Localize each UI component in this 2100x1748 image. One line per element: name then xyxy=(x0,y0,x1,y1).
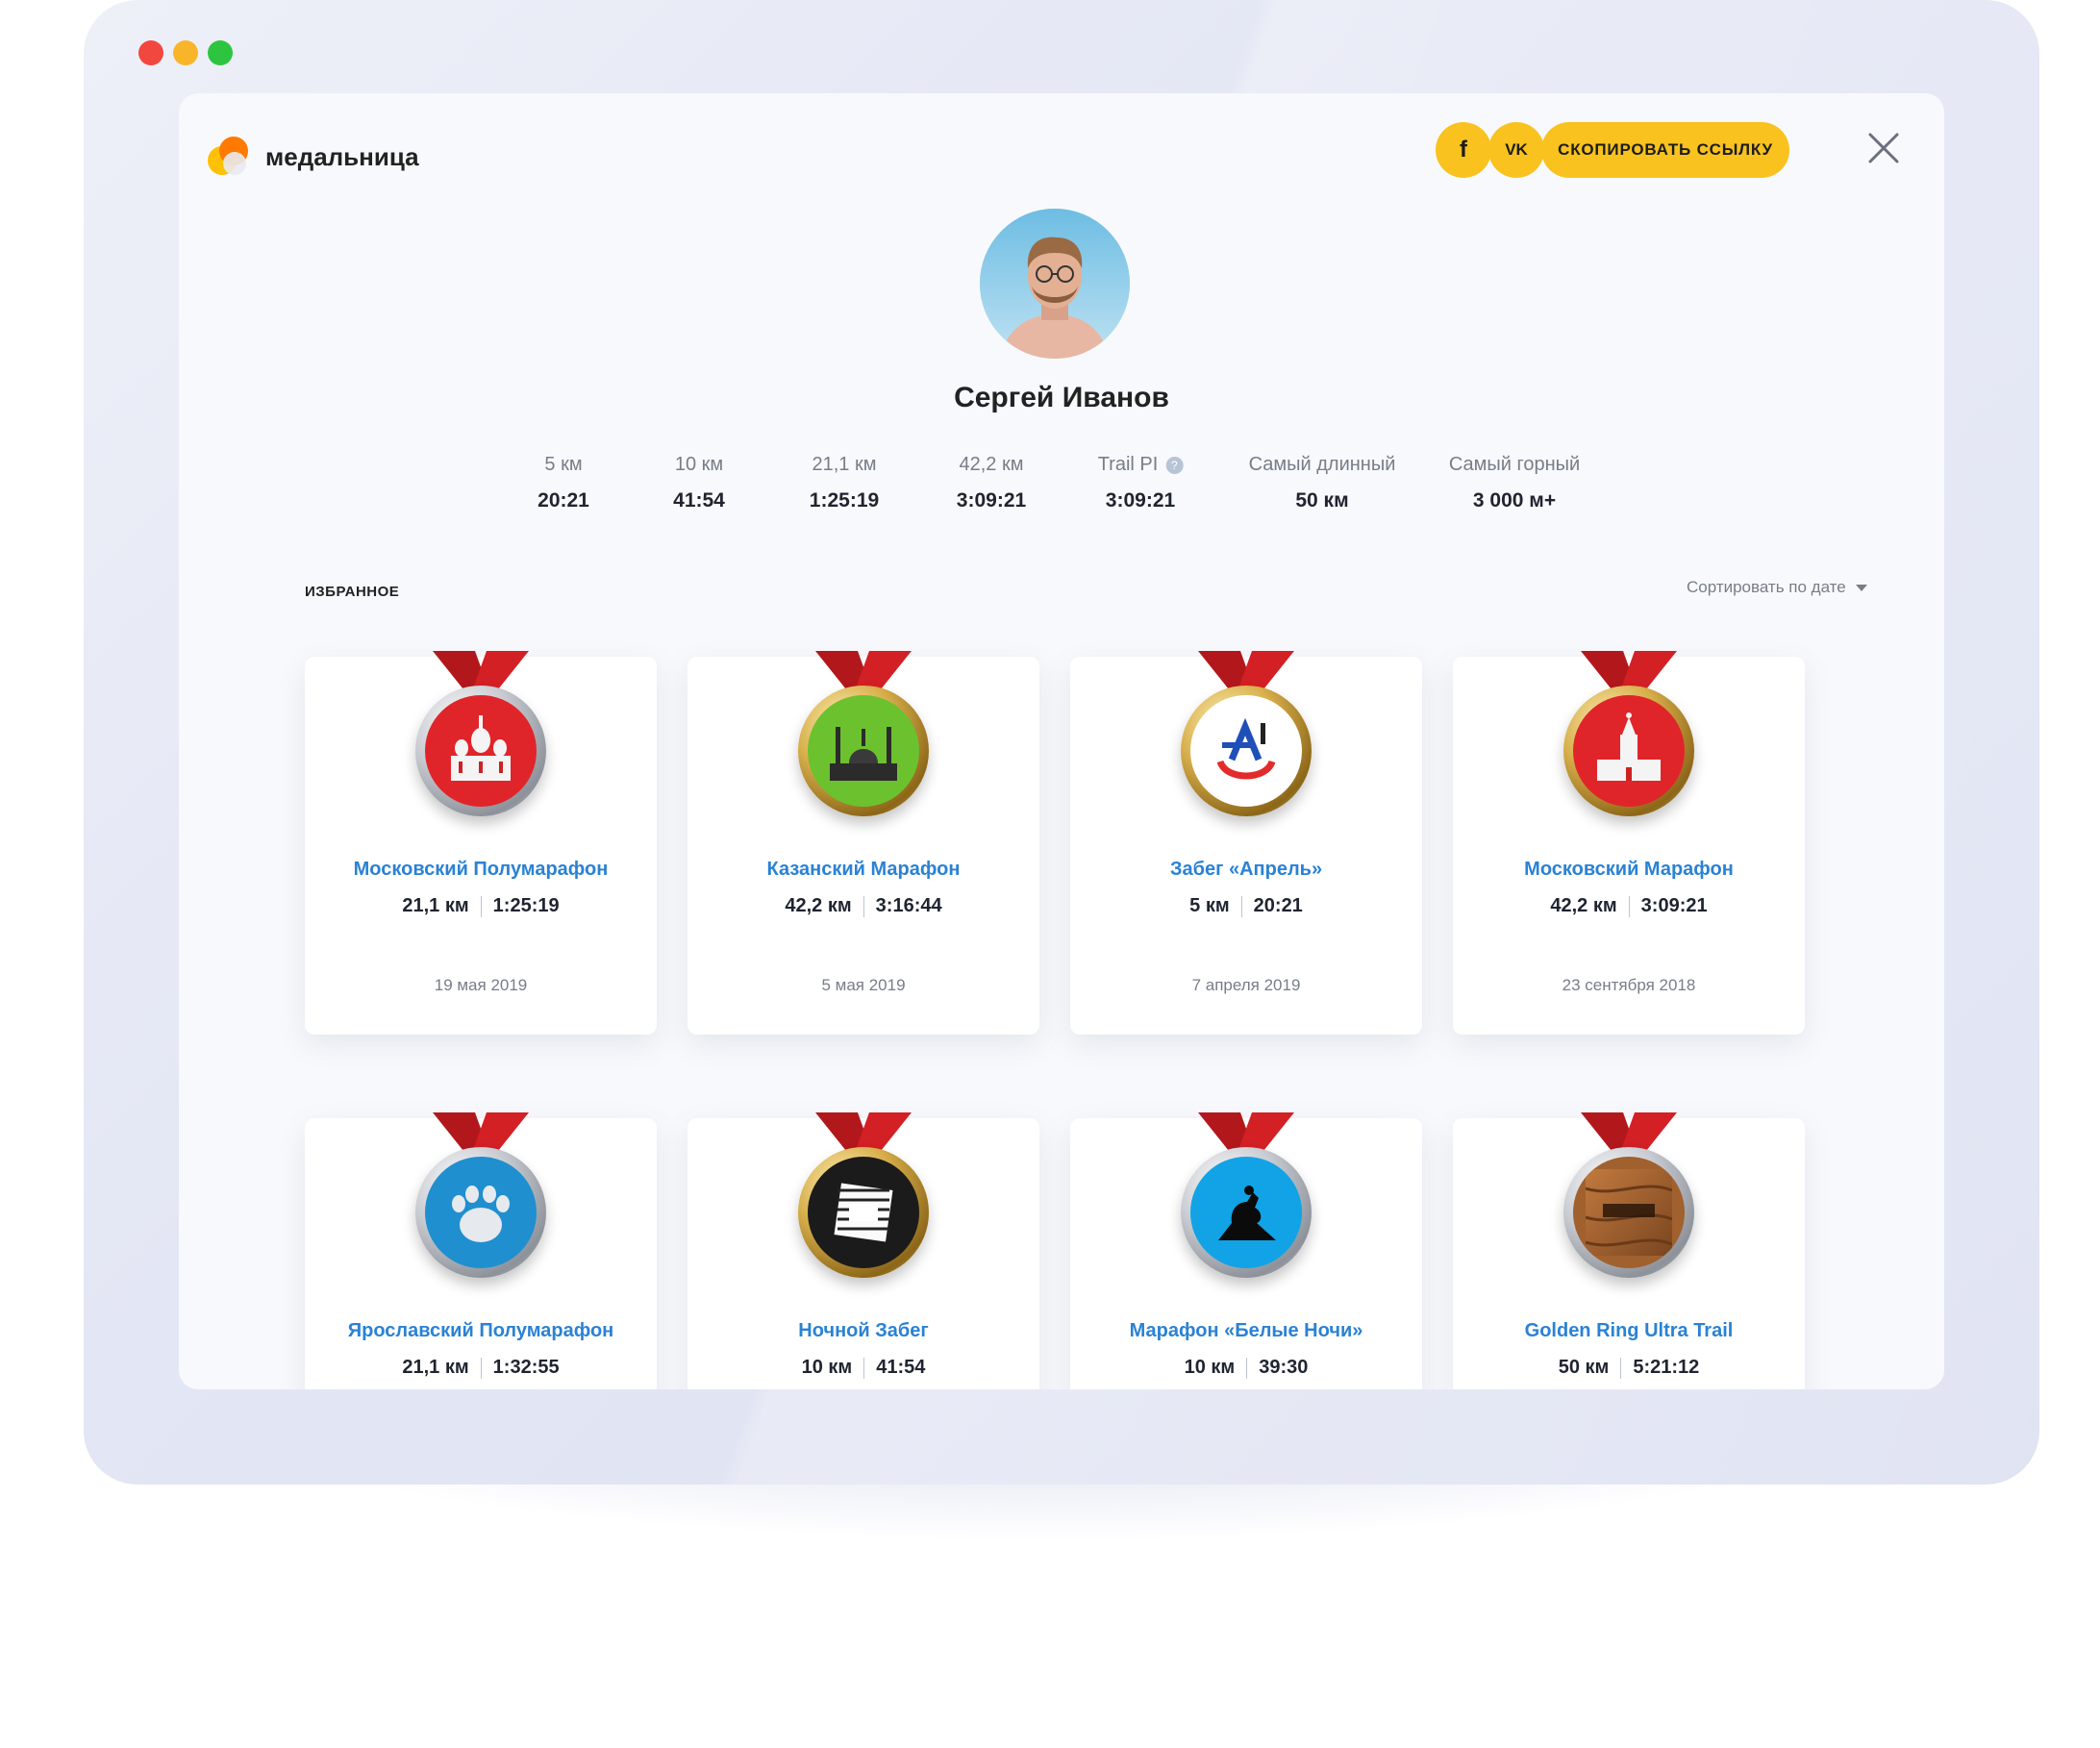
night-run-logo-icon xyxy=(808,1157,919,1268)
medal-distance: 5 км xyxy=(1189,895,1230,916)
close-icon[interactable] xyxy=(1866,131,1901,165)
april-logo-icon xyxy=(1190,695,1302,807)
medal-title[interactable]: Московский Полумарафон xyxy=(305,859,657,881)
medal-title[interactable]: Московский Марафон xyxy=(1453,859,1805,881)
stat-10k: 10 км 41:54 xyxy=(673,454,725,512)
medal-card[interactable]: Московский Марафон 42,2 км 3:09:21 23 сентя… xyxy=(1453,651,1805,1035)
medal-time: 39:30 xyxy=(1259,1357,1309,1378)
medal-result: 42,2 км 3:16:44 xyxy=(688,895,1039,917)
avatar xyxy=(980,209,1130,359)
medal-distance: 42,2 км xyxy=(1550,895,1617,916)
user-name: Сергей Иванов xyxy=(954,382,1169,413)
close-window-button[interactable] xyxy=(138,40,163,65)
medal-card[interactable]: Ночной Забег 10 км 41:54 xyxy=(688,1112,1039,1389)
divider xyxy=(863,1357,865,1379)
medal-distance: 10 км xyxy=(1184,1357,1236,1378)
medal-result: 5 км 20:21 xyxy=(1070,895,1422,917)
medal-time: 3:16:44 xyxy=(875,895,942,916)
facebook-share-button[interactable]: f xyxy=(1436,122,1491,178)
brand-logo[interactable]: медальница xyxy=(208,137,419,177)
divider xyxy=(480,1357,482,1379)
medal-distance: 50 км xyxy=(1558,1357,1610,1378)
stat-5k: 5 км 20:21 xyxy=(538,454,589,512)
medal-result: 42,2 км 3:09:21 xyxy=(1453,895,1805,917)
favorites-heading: ИЗБРАННОЕ xyxy=(305,584,400,600)
stat-marathon: 42,2 км 3:09:21 xyxy=(956,454,1027,512)
medal-time: 1:25:19 xyxy=(492,895,560,916)
medal-time: 3:09:21 xyxy=(1640,895,1708,916)
medal-date: 19 мая 2019 xyxy=(434,976,528,994)
medal-distance: 10 км xyxy=(801,1357,853,1378)
medal-date: 23 сентября 2018 xyxy=(1562,976,1696,994)
medal-time: 41:54 xyxy=(876,1357,926,1378)
divider xyxy=(1628,895,1630,917)
medal-result: 21,1 км 1:32:55 xyxy=(305,1357,657,1379)
medal-title[interactable]: Ярославский Полумарафон xyxy=(305,1320,657,1342)
vk-icon: VK xyxy=(1505,140,1528,159)
stat-longest: Самый длинный 50 км xyxy=(1248,454,1396,512)
medal-date: 7 апреля 2019 xyxy=(1191,976,1301,994)
kremlin-icon xyxy=(1573,695,1685,807)
stat-half-marathon: 21,1 км 1:25:19 xyxy=(809,454,880,512)
facebook-icon: f xyxy=(1460,137,1467,162)
brand-name: медальница xyxy=(265,141,419,171)
bear-paw-icon xyxy=(425,1157,537,1268)
medal-icon xyxy=(798,686,929,816)
medal-result: 50 км 5:21:12 xyxy=(1453,1357,1805,1379)
medal-distance: 21,1 км xyxy=(402,895,469,916)
chevron-down-icon xyxy=(1855,584,1867,591)
logo-mark-icon xyxy=(208,137,248,177)
medal-result: 10 км 41:54 xyxy=(688,1357,1039,1379)
divider xyxy=(1620,1357,1622,1379)
medal-time: 20:21 xyxy=(1253,895,1303,916)
stat-trail-pi-label: Trail PI xyxy=(1097,454,1159,475)
copy-link-button[interactable]: СКОПИРОВАТЬ ССЫЛКУ xyxy=(1541,122,1789,178)
maximize-window-button[interactable] xyxy=(208,40,233,65)
divider xyxy=(1246,1357,1248,1379)
medal-title[interactable]: Golden Ring Ultra Trail xyxy=(1453,1320,1805,1342)
medal-icon xyxy=(1181,1147,1312,1278)
medal-title[interactable]: Казанский Марафон xyxy=(688,859,1039,881)
medal-title[interactable]: Марафон «Белые Ночи» xyxy=(1070,1320,1422,1342)
medal-date: 5 мая 2019 xyxy=(821,976,906,994)
divider xyxy=(862,895,864,917)
minimize-window-button[interactable] xyxy=(173,40,198,65)
sort-label: Сортировать по дате xyxy=(1687,578,1846,596)
vk-share-button[interactable]: VK xyxy=(1488,122,1544,178)
medal-icon xyxy=(1181,686,1312,816)
medal-card[interactable]: Golden Ring Ultra Trail 50 км 5:21:12 xyxy=(1453,1112,1805,1389)
medal-icon xyxy=(1563,686,1694,816)
medal-time: 1:32:55 xyxy=(492,1357,560,1378)
mosque-icon xyxy=(808,695,919,807)
medal-result: 10 км 39:30 xyxy=(1070,1357,1422,1379)
medal-card[interactable]: Казанский Марафон 42,2 км 3:16:44 5 мая 201… xyxy=(688,651,1039,1035)
app-window: медальница f VK СКОПИРОВАТЬ ССЫЛКУ Серге… xyxy=(84,0,2039,1485)
medal-time: 5:21:12 xyxy=(1633,1357,1700,1378)
divider xyxy=(1240,895,1242,917)
profile-panel: медальница f VK СКОПИРОВАТЬ ССЫЛКУ Серге… xyxy=(179,93,1944,1389)
medal-icon xyxy=(1563,1147,1694,1278)
bronze-horseman-icon xyxy=(1190,1157,1302,1268)
stat-highest: Самый горный 3 000 м+ xyxy=(1448,454,1581,512)
medal-icon xyxy=(415,686,546,816)
medal-distance: 21,1 км xyxy=(402,1357,469,1378)
cathedral-icon xyxy=(425,695,537,807)
help-icon[interactable]: ? xyxy=(1165,456,1184,474)
medal-title[interactable]: Забег «Апрель» xyxy=(1070,859,1422,881)
medal-card[interactable]: Ярославский Полумарафон 21,1 км 1:32:55 xyxy=(305,1112,657,1389)
medal-distance: 42,2 км xyxy=(785,895,852,916)
medal-card[interactable]: Марафон «Белые Ночи» 10 км 39:30 xyxy=(1070,1112,1422,1389)
divider xyxy=(480,895,482,917)
window-controls xyxy=(138,40,233,65)
medal-card[interactable]: Забег «Апрель» 5 км 20:21 7 апреля 2019 xyxy=(1070,651,1422,1035)
medal-icon xyxy=(415,1147,546,1278)
medal-result: 21,1 км 1:25:19 xyxy=(305,895,657,917)
stat-trail-pi: Trail PI ? 3:09:21 xyxy=(1098,454,1184,512)
medal-card[interactable]: Московский Полумарафон 21,1 км 1:25:19 19 м… xyxy=(305,651,657,1035)
medal-icon xyxy=(798,1147,929,1278)
medal-title[interactable]: Ночной Забег xyxy=(688,1320,1039,1342)
sort-dropdown[interactable]: Сортировать по дате xyxy=(1687,578,1867,597)
golden-ring-logo-icon xyxy=(1573,1157,1685,1268)
